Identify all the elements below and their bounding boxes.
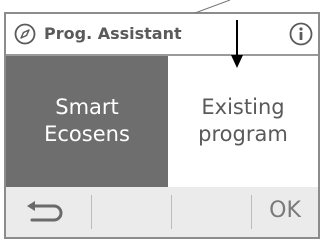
option-existing-program[interactable]: Existing program (168, 56, 318, 187)
info-icon[interactable] (289, 22, 313, 46)
footer-divider (251, 195, 252, 229)
footer-bar: OK (6, 187, 318, 237)
option-smart-ecosens-label: Smart Ecosens (44, 95, 130, 146)
page-title: Prog. Assistant (44, 24, 182, 43)
footer-divider (171, 195, 172, 229)
compass-icon (14, 23, 36, 45)
back-arrow-icon[interactable] (24, 199, 68, 227)
header-bar: Prog. Assistant (6, 14, 318, 56)
option-smart-ecosens[interactable]: Smart Ecosens (6, 56, 168, 187)
footer-divider (91, 195, 92, 229)
appliance-display: Prog. Assistant Smart Ecosens Existing p… (4, 12, 320, 239)
option-existing-program-label: Existing program (198, 95, 288, 146)
ok-button[interactable]: OK (256, 198, 314, 223)
